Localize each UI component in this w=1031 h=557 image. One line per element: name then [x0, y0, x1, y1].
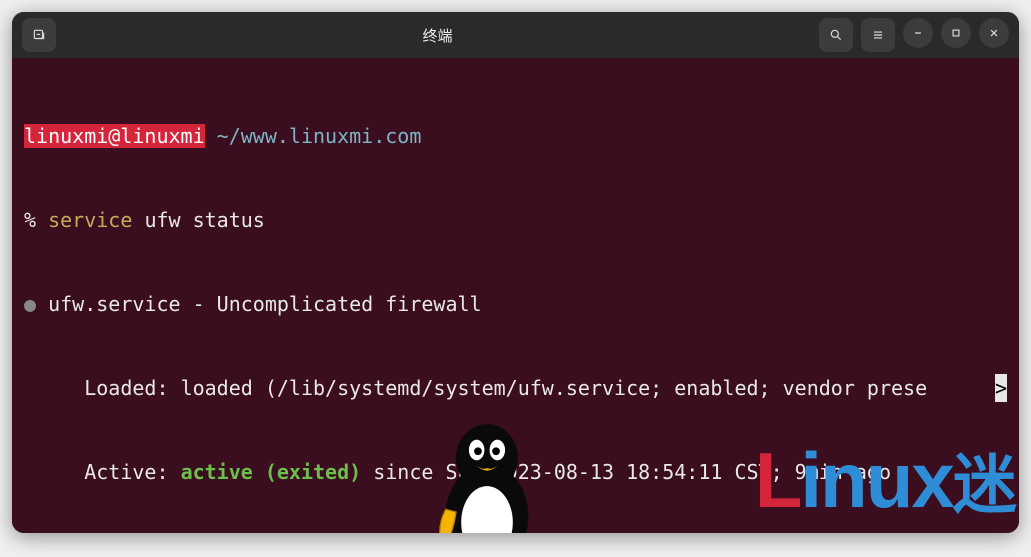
prompt-cwd: ~/www.linuxmi.com [217, 124, 422, 148]
prompt-command: service [48, 208, 132, 232]
search-button[interactable] [819, 18, 853, 52]
loaded-value: loaded (/lib/systemd/system/ufw.service;… [181, 376, 928, 400]
window-title: 终端 [64, 25, 811, 46]
close-button[interactable] [979, 18, 1009, 48]
service-header: ufw.service - Uncomplicated firewall [48, 292, 481, 316]
new-tab-button[interactable] [22, 18, 56, 52]
prompt-symbol: % [24, 208, 36, 232]
active-label: Active: [84, 460, 168, 484]
maximize-button[interactable] [941, 18, 971, 48]
titlebar: 终端 [12, 12, 1019, 58]
loaded-label: Loaded: [84, 376, 168, 400]
bullet-icon: ● [24, 292, 36, 316]
menu-button[interactable] [861, 18, 895, 52]
prompt-args: ufw status [144, 208, 264, 232]
line-truncate-icon: > [995, 374, 1007, 402]
active-rest: since Sun 2023-08-13 18:54:11 CST; 9min … [361, 460, 891, 484]
prompt-user-host: linuxmi@linuxmi [24, 124, 205, 148]
terminal-window: 终端 linuxmi@linuxmi ~/www.linuxmi.com % s… [12, 12, 1019, 533]
minimize-button[interactable] [903, 18, 933, 48]
terminal-viewport[interactable]: linuxmi@linuxmi ~/www.linuxmi.com % serv… [12, 58, 1019, 533]
active-state: active (exited) [181, 460, 362, 484]
